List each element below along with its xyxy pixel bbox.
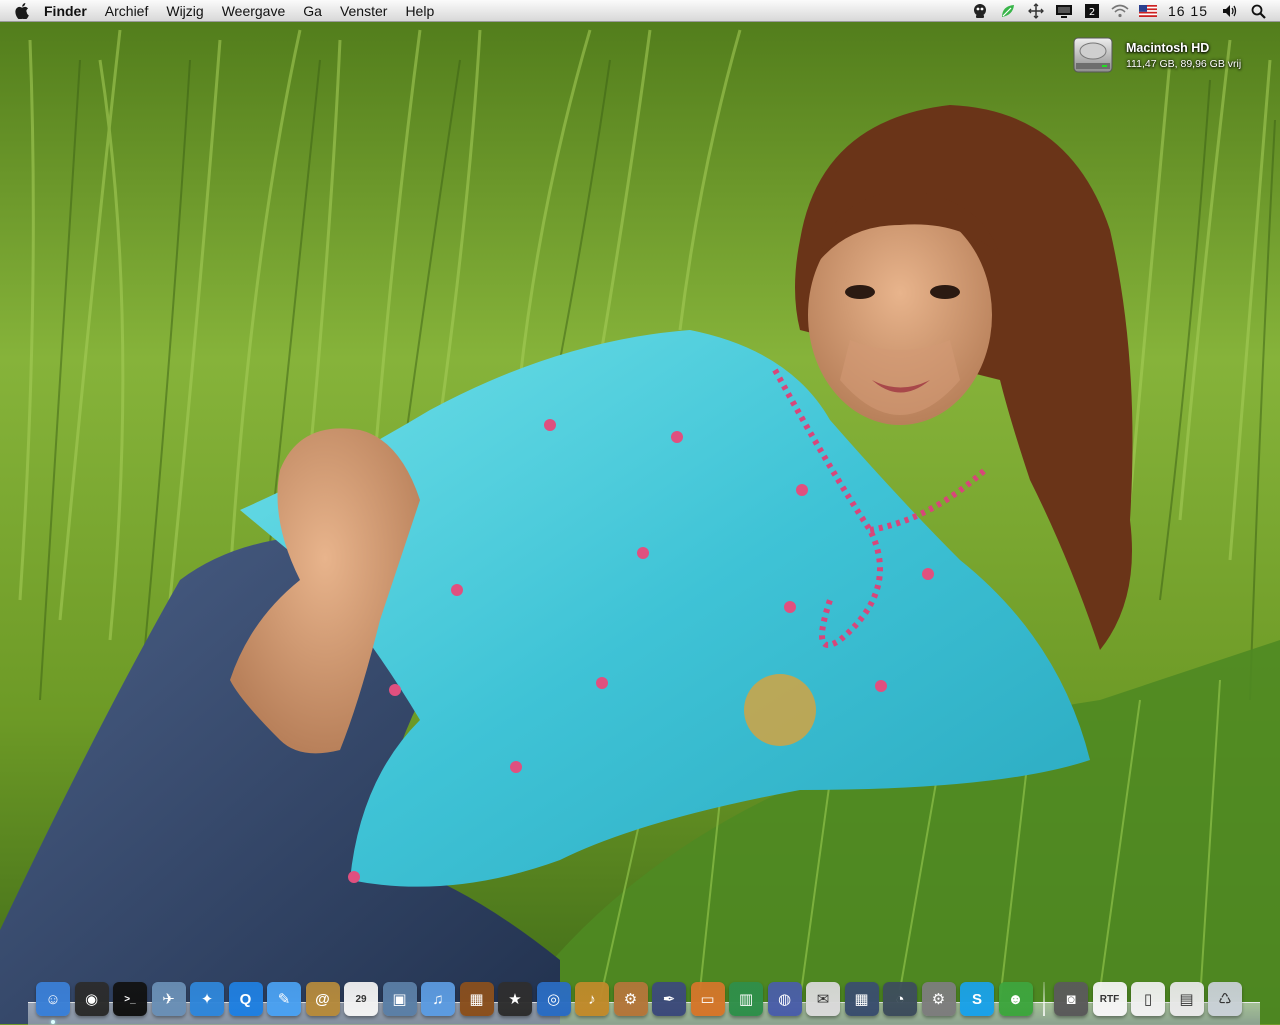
keynote-icon[interactable]: ▭ [690, 982, 725, 1016]
dashboard-icon[interactable]: ◉ [74, 982, 109, 1016]
garageband-glyph: ♪ [588, 990, 596, 1008]
downloads-stack-glyph: ◙ [1066, 990, 1076, 1008]
picture-document-icon[interactable]: ▤ [1169, 982, 1204, 1016]
itunes-glyph: ♫ [432, 990, 444, 1008]
quicktime-icon[interactable]: Q [228, 982, 263, 1016]
adium-icon[interactable]: ☻ [998, 982, 1033, 1016]
volume-icon[interactable] [1216, 0, 1244, 22]
ical-glyph: 29 [355, 993, 367, 1005]
expose-glyph: ▦ [854, 991, 869, 1008]
iphoto-icon[interactable]: ▣ [382, 982, 417, 1016]
macintosh-hd-volume[interactable]: Macintosh HD 111,47 GB, 89,96 GB vrij [1070, 32, 1241, 78]
network-arrows-icon[interactable] [1022, 0, 1050, 22]
ichat-icon[interactable]: ✎ [267, 982, 301, 1016]
time-machine-icon[interactable]: ◔ [883, 982, 917, 1016]
menu-bar: Finder Archief Wijzig Weergave Ga Venste… [0, 0, 1280, 22]
menu-finder[interactable]: Finder [44, 0, 96, 22]
apple-menu-icon[interactable] [0, 2, 44, 19]
script-editor-icon[interactable]: ✒ [652, 982, 686, 1016]
picture-document-glyph: ▤ [1179, 991, 1194, 1008]
display-icon[interactable] [1050, 0, 1078, 22]
terminal-icon[interactable]: >_ [113, 982, 147, 1016]
ichat-glyph: ✎ [277, 991, 291, 1008]
running-indicator [51, 1020, 55, 1024]
mail-icon[interactable]: ✈ [151, 982, 186, 1016]
dvd-player-glyph: ◎ [546, 991, 561, 1008]
skype-icon[interactable]: S [960, 982, 994, 1016]
photo-booth-glyph: ▦ [469, 991, 484, 1008]
rtf-document-glyph: RTF [1099, 993, 1120, 1005]
spaces-icon[interactable]: 2 [1078, 0, 1106, 22]
imovie-icon[interactable]: ★ [498, 982, 532, 1016]
wifi-icon[interactable] [1106, 0, 1134, 22]
numbers-icon[interactable]: ▥ [729, 982, 763, 1016]
spotlight-icon[interactable] [1244, 0, 1272, 22]
dock: ☺ ◉ >_ ✈ ✦ Q ✎ @29 ▣ ♫ ▦ ★ ◎ ♪ ⚙ ✒ ▭ ▥ ◍ ✉ ▦ ◔ ⚙ S ☻ ◙ RTF ▯ ▤ ♺ [36, 972, 1247, 1024]
finder-glyph: ☺ [45, 990, 61, 1008]
menu-wijzig[interactable]: Wijzig [157, 0, 212, 22]
quicktime-glyph: Q [239, 990, 252, 1008]
us-flag-icon[interactable] [1134, 0, 1162, 22]
address-book-icon[interactable]: @ [305, 982, 340, 1016]
document-glyph: ▯ [1143, 991, 1153, 1008]
preview-icon[interactable]: ✉ [806, 982, 840, 1016]
svg-text:2: 2 [1089, 7, 1095, 18]
iweb-glyph: ⚙ [623, 991, 638, 1008]
trash-glyph: ♺ [1218, 991, 1232, 1008]
system-preferences-glyph: ⚙ [931, 991, 946, 1008]
expose-icon[interactable]: ▦ [844, 982, 879, 1016]
bot-icon[interactable] [966, 0, 994, 22]
rtf-document-icon[interactable]: RTF [1092, 982, 1127, 1016]
downloads-stack-icon[interactable]: ◙ [1054, 982, 1088, 1016]
imovie-glyph: ★ [508, 991, 522, 1008]
dock-separator [1043, 982, 1045, 1016]
photo-booth-icon[interactable]: ▦ [459, 982, 494, 1016]
finder-icon[interactable]: ☺ [36, 982, 70, 1024]
ical-icon[interactable]: 29 [344, 982, 378, 1016]
terminal-glyph: >_ [124, 993, 136, 1005]
desktop-wallpaper [0, 0, 1280, 1024]
script-editor-glyph: ✒ [662, 991, 676, 1008]
hard-drive-icon [1073, 37, 1113, 73]
menu-ga[interactable]: Ga [294, 0, 331, 22]
itunes-icon[interactable]: ♫ [421, 982, 455, 1016]
document-icon[interactable]: ▯ [1131, 982, 1165, 1016]
time-machine-glyph: ◔ [895, 990, 905, 1008]
keynote-glyph: ▭ [700, 991, 715, 1008]
menu-help[interactable]: Help [396, 0, 443, 22]
dashboard-glyph: ◉ [84, 991, 99, 1008]
address-book-glyph: @ [315, 990, 330, 1008]
menubar-clock[interactable]: 16 15 [1162, 0, 1216, 22]
iphoto-glyph: ▣ [392, 991, 407, 1008]
firefox-glyph: ◍ [777, 991, 792, 1008]
system-preferences-icon[interactable]: ⚙ [921, 982, 956, 1016]
menu-archief[interactable]: Archief [96, 0, 158, 22]
mail-glyph: ✈ [162, 991, 175, 1008]
numbers-glyph: ▥ [738, 991, 754, 1008]
leaf-icon[interactable] [994, 0, 1022, 22]
safari-glyph: ✦ [200, 991, 214, 1008]
garageband-icon[interactable]: ♪ [575, 982, 609, 1016]
menu-weergave[interactable]: Weergave [213, 0, 295, 22]
dvd-player-icon[interactable]: ◎ [536, 982, 571, 1016]
trash-icon[interactable]: ♺ [1208, 982, 1242, 1016]
skype-glyph: S [971, 990, 982, 1008]
firefox-icon[interactable]: ◍ [767, 982, 802, 1016]
preview-glyph: ✉ [816, 991, 830, 1008]
adium-glyph: ☻ [1007, 990, 1024, 1008]
menu-venster[interactable]: Venster [331, 0, 396, 22]
iweb-icon[interactable]: ⚙ [613, 982, 648, 1016]
volume-capacity: 111,47 GB, 89,96 GB vrij [1126, 58, 1242, 70]
volume-name: Macintosh HD [1126, 41, 1210, 55]
safari-icon[interactable]: ✦ [190, 982, 224, 1016]
